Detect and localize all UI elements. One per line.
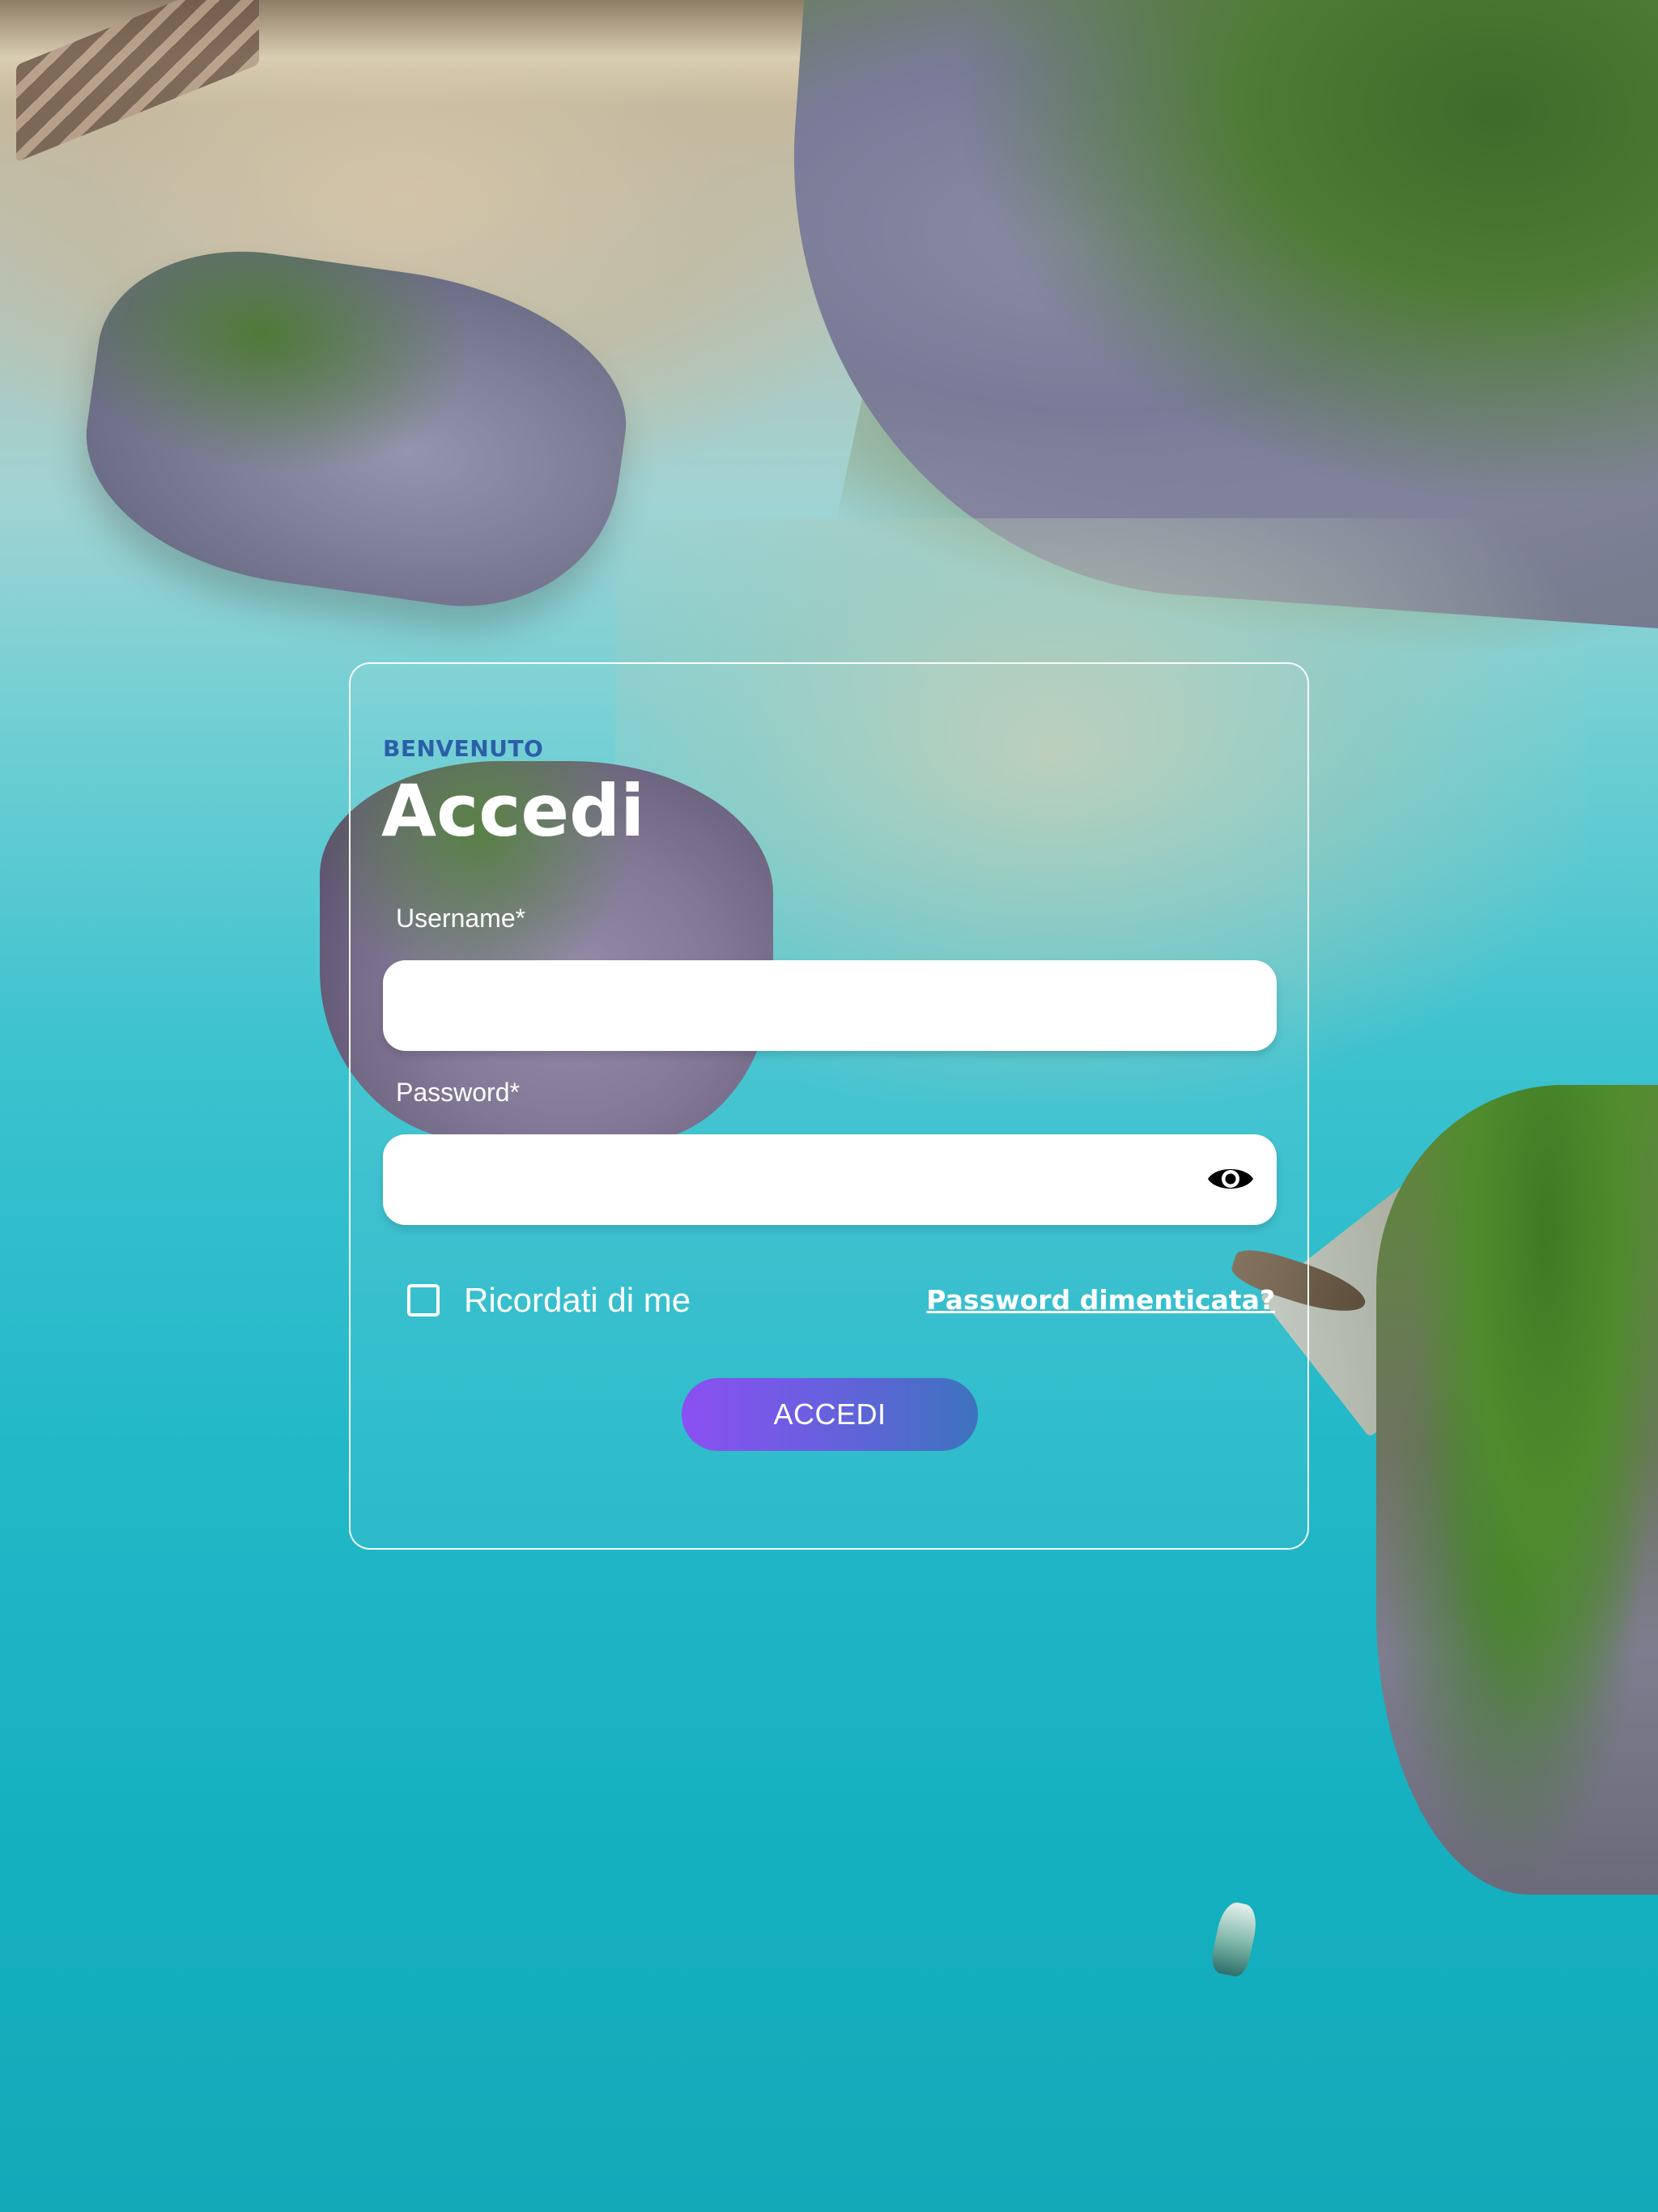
welcome-eyebrow: BENVENUTO (383, 735, 544, 762)
remember-me-checkbox[interactable] (407, 1284, 440, 1317)
eye-icon (1208, 1169, 1253, 1189)
password-label: Password* (396, 1078, 520, 1107)
username-input[interactable] (383, 960, 1277, 1051)
login-card: BENVENUTO Accedi Username* Password* Ric… (349, 662, 1309, 1550)
page-title: Accedi (381, 769, 645, 853)
forgot-password-link[interactable]: Password dimenticata? (926, 1284, 1275, 1316)
remember-me-label: Ricordati di me (464, 1281, 691, 1319)
show-password-toggle[interactable] (1205, 1161, 1256, 1197)
karst-cliff-bottom-right (1376, 1085, 1658, 1895)
small-boat (1209, 1899, 1261, 1979)
login-button[interactable]: ACCEDI (682, 1378, 978, 1451)
username-label: Username* (396, 904, 526, 933)
password-input[interactable] (383, 1134, 1277, 1225)
remember-me-option[interactable]: Ricordati di me (407, 1281, 691, 1320)
